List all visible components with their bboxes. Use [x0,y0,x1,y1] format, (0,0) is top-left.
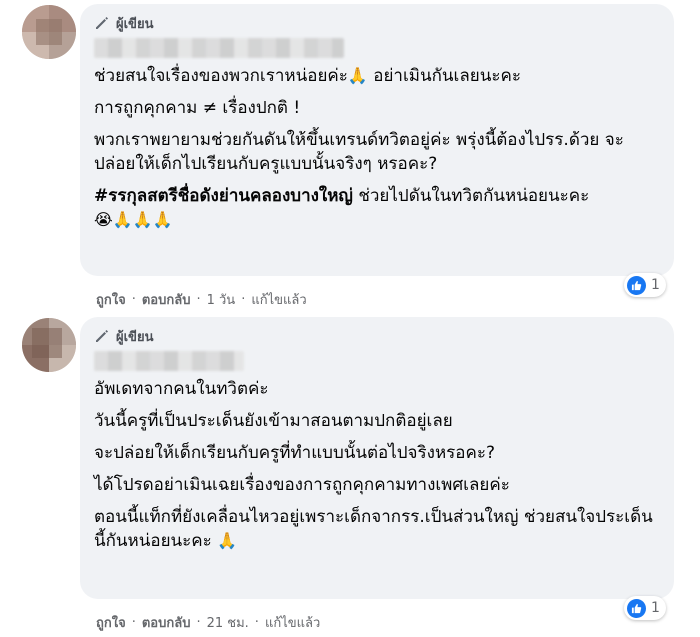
like-action[interactable]: ถูกใจ [96,289,126,310]
pencil-icon [96,330,108,342]
paragraph-text: อัพเดทจากคนในทวิตค่ะ [94,379,269,399]
separator-dot: · [131,615,136,630]
comment-bubble: ผู้เขียน ช่วยสนใจเรื่องของพวกเราหน่อยค่ะ… [80,4,674,276]
edited-label[interactable]: แก้ไขแล้ว [265,612,320,633]
blurred-author-name[interactable] [94,38,344,58]
reaction-number: 1 [651,277,660,293]
like-action[interactable]: ถูกใจ [96,612,126,633]
paragraph-text: ได้โปรดอย่าเมินเฉยเรื่องของการถูกคุกคามท… [94,475,510,495]
separator-dot: · [196,292,201,307]
thumbs-up-icon [627,275,646,295]
author-badge: ผู้เขียน [116,329,154,345]
paragraph-text: ช่วยไปดันในทวิตกันหน่อยนะคะ [352,186,590,206]
comment-paragraph: การถูกคุกคาม ≠ เรื่องปกติ ! [94,96,660,120]
separator-dot: · [196,615,201,630]
thumbs-up-icon [627,598,646,618]
reply-action[interactable]: ตอบกลับ [142,289,191,310]
comment-paragraph: ตอนนี้แท็กที่ยังเคลื่อนไหวอยู่เพราะเด็กจ… [94,505,660,553]
hashtag-link[interactable]: #รรกุลสตรีชื่อดังย่านคลองบางใหญ่ [94,186,353,206]
paragraph-text: อย่าเมินกันเลยนะคะ [367,66,521,86]
timestamp[interactable]: 21 ชม. [207,612,249,633]
avatar[interactable] [22,318,76,372]
author-row: ผู้เขียน [94,327,660,345]
separator-dot: · [254,615,259,630]
comment-paragraph: #รรกุลสตรีชื่อดังย่านคลองบางใหญ่ ช่วยไปด… [94,184,660,232]
praying-hands-emoji: 🙏 [347,66,368,85]
emoji-sequence: 😭🙏🙏🙏 [94,210,173,229]
comment-paragraph: ช่วยสนใจเรื่องของพวกเราหน่อยค่ะ🙏 อย่าเมิ… [94,64,660,88]
separator-dot: · [241,292,246,307]
comment-paragraph: วันนี้ครูที่เป็นประเด็นยังเข้ามาสอนตามปก… [94,409,660,433]
comment-paragraph: ได้โปรดอย่าเมินเฉยเรื่องของการถูกคุกคามท… [94,473,660,497]
comment-paragraph: จะปล่อยให้เด็กเรียนกับครูที่ทำแบบนั้นต่อ… [94,441,660,465]
paragraph-text: จะปล่อยให้เด็กเรียนกับครูที่ทำแบบนั้นต่อ… [94,443,496,463]
timestamp[interactable]: 1 วัน [207,289,236,310]
comment-bubble: ผู้เขียน อัพเดทจากคนในทวิตค่ะ วันนี้ครูท… [80,317,674,599]
comment-actions: ถูกใจ · ตอบกลับ · 21 ชม. · แก้ไขแล้ว [96,612,320,633]
edited-label[interactable]: แก้ไขแล้ว [251,289,306,310]
author-row: ผู้เขียน [94,14,660,32]
reaction-number: 1 [651,600,660,616]
pencil-icon [96,17,108,29]
paragraph-text: ช่วยสนใจเรื่องของพวกเราหน่อยค่ะ [94,66,348,86]
author-badge: ผู้เขียน [116,16,154,32]
blurred-author-name[interactable] [94,351,244,371]
paragraph-text: วันนี้ครูที่เป็นประเด็นยังเข้ามาสอนตามปก… [94,411,453,431]
paragraph-text: พวกเราพยายามช่วยกันดันให้ขึ้นเทรนด์ทวิตอ… [94,130,624,174]
paragraph-text: ตอนนี้แท็กที่ยังเคลื่อนไหวอยู่เพราะเด็กจ… [94,507,653,551]
avatar[interactable] [22,5,76,59]
reply-action[interactable]: ตอบกลับ [142,612,191,633]
paragraph-text: การถูกคุกคาม ≠ เรื่องปกติ ! [94,98,301,118]
reaction-count[interactable]: 1 [624,273,666,297]
praying-hands-emoji: 🙏 [217,531,238,550]
comment-actions: ถูกใจ · ตอบกลับ · 1 วัน · แก้ไขแล้ว [96,289,307,310]
reaction-count[interactable]: 1 [624,596,666,620]
comment-paragraph: พวกเราพยายามช่วยกันดันให้ขึ้นเทรนด์ทวิตอ… [94,128,660,176]
comment-paragraph: อัพเดทจากคนในทวิตค่ะ [94,377,660,401]
separator-dot: · [131,292,136,307]
